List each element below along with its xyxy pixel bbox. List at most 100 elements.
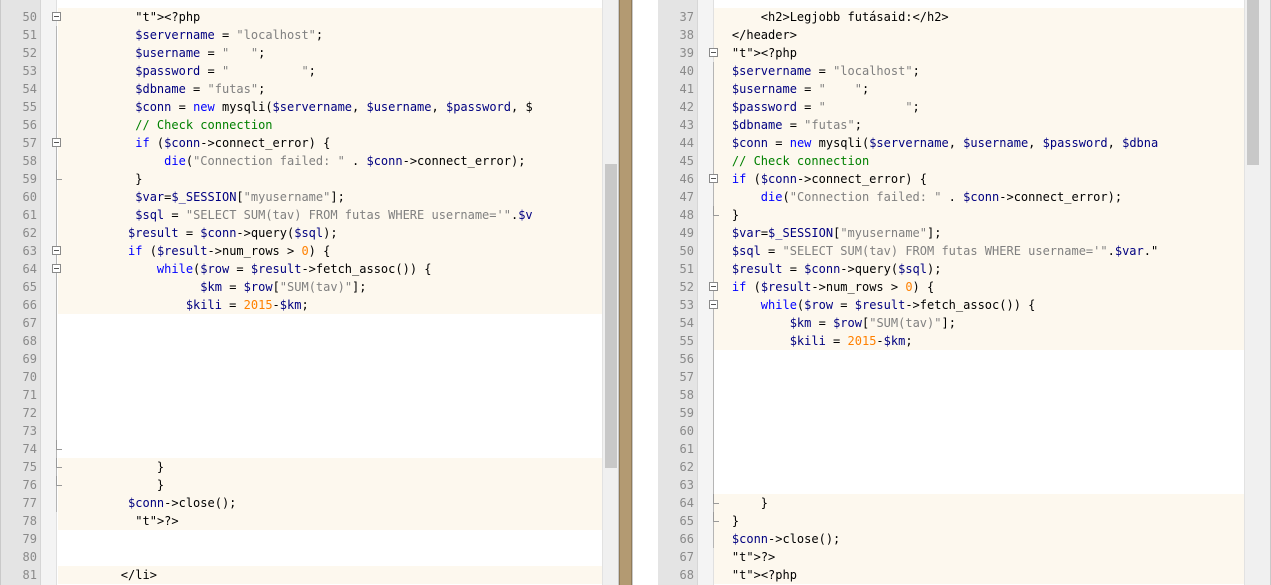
code-line[interactable]: 42 $password = " "; <box>633 98 1270 116</box>
code-line[interactable]: 67 "t">?> <box>633 548 1270 566</box>
scrollbar-thumb[interactable] <box>605 164 617 468</box>
code-line[interactable]: 58 die("Connection failed: " . $conn->co… <box>1 152 618 170</box>
code-line[interactable]: 65 } <box>633 512 1270 530</box>
code-text: } <box>63 172 143 186</box>
code-text: $sql = "SELECT SUM(tav) FROM futas WHERE… <box>135 208 533 222</box>
code-line[interactable]: 69 <box>1 350 618 368</box>
code-line[interactable]: 60 $var=$_SESSION["myusername"]; <box>1 188 618 206</box>
fold-toggle-icon[interactable] <box>52 12 61 21</box>
vertical-scrollbar[interactable] <box>602 0 618 585</box>
code-line[interactable]: 57 <box>633 368 1270 386</box>
code-text: </li> <box>63 568 157 582</box>
code-line[interactable]: 58 <box>633 386 1270 404</box>
code-line[interactable]: 72 <box>1 404 618 422</box>
vertical-scrollbar[interactable] <box>1244 0 1270 585</box>
code-line[interactable]: 41 $username = " "; <box>633 80 1270 98</box>
code-line[interactable]: 37 <h2>Legjobb futásaid:</h2> <box>633 8 1270 26</box>
code-line[interactable]: 44 $conn = new mysqli($servername, $user… <box>633 134 1270 152</box>
code-line[interactable]: 66 $kili = 2015-$km; <box>1 296 618 314</box>
fold-guide <box>56 422 57 440</box>
code-line[interactable]: 75 } <box>1 458 618 476</box>
code-line[interactable]: 55 $kili = 2015-$km; <box>633 332 1270 350</box>
code-line[interactable]: 55 $conn = new mysqli($servername, $user… <box>1 98 618 116</box>
code-line[interactable]: 54 $km = $row["SUM(tav)"]; <box>633 314 1270 332</box>
code-line[interactable]: 65 $km = $row["SUM(tav)"]; <box>1 278 618 296</box>
fold-end-marker <box>56 440 62 450</box>
code-line[interactable]: 80 <box>1 548 618 566</box>
code-line[interactable]: 78 "t">?> <box>1 512 618 530</box>
fold-guide <box>713 422 714 440</box>
code-text: } <box>63 478 165 492</box>
fold-guide <box>56 278 57 296</box>
code-line[interactable]: 56 // Check connection <box>1 116 618 134</box>
code-line[interactable]: 67 <box>1 314 618 332</box>
code-line[interactable]: 64 } <box>633 494 1270 512</box>
code-line[interactable]: 51 $result = $conn->query($sql); <box>633 260 1270 278</box>
code-line[interactable]: 57 if ($conn->connect_error) { <box>1 134 618 152</box>
line-number: 59 <box>679 406 694 420</box>
line-number: 60 <box>679 424 694 438</box>
code-line[interactable]: 38 </header> <box>633 26 1270 44</box>
right-editor-pane[interactable]: 37 <h2>Legjobb futásaid:</h2> 38 </header… <box>632 0 1271 585</box>
code-line[interactable]: 66 $conn->close(); <box>633 530 1270 548</box>
code-line[interactable]: 40 $servername = "localhost"; <box>633 62 1270 80</box>
code-line[interactable]: 81 </li> <box>1 566 618 584</box>
code-line[interactable]: 45 // Check connection <box>633 152 1270 170</box>
code-line[interactable]: 74 <box>1 440 618 458</box>
line-number: 65 <box>679 514 694 528</box>
code-line[interactable]: 56 <box>633 350 1270 368</box>
line-number: 70 <box>22 370 37 384</box>
code-line[interactable]: 51 $servername = "localhost"; <box>1 26 618 44</box>
code-line[interactable]: 53 $password = " "; <box>1 62 618 80</box>
code-line[interactable]: 52 $username = " "; <box>1 44 618 62</box>
code-line[interactable]: 61 $sql = "SELECT SUM(tav) FROM futas WH… <box>1 206 618 224</box>
scrollbar-thumb[interactable] <box>1247 0 1259 165</box>
code-line[interactable]: 54 $dbname = "futas"; <box>1 80 618 98</box>
line-number: 39 <box>679 46 694 60</box>
code-line[interactable]: 73 <box>1 422 618 440</box>
code-text: $var=$_SESSION["myusername"]; <box>135 190 345 204</box>
code-line[interactable]: 70 <box>1 368 618 386</box>
line-number: 37 <box>679 10 694 24</box>
line-number: 72 <box>22 406 37 420</box>
split-view-divider[interactable] <box>619 0 632 585</box>
fold-toggle-icon[interactable] <box>52 138 61 147</box>
line-number: 79 <box>22 532 37 546</box>
code-line[interactable]: 76 } <box>1 476 618 494</box>
code-line[interactable]: 49 $var=$_SESSION["myusername"]; <box>633 224 1270 242</box>
code-line[interactable]: 47 die("Connection failed: " . $conn->co… <box>633 188 1270 206</box>
code-line[interactable]: 77 $conn->close(); <box>1 494 618 512</box>
code-line[interactable]: 43 $dbname = "futas"; <box>633 116 1270 134</box>
fold-guide <box>713 404 714 422</box>
code-line[interactable]: 48 } <box>633 206 1270 224</box>
fold-guide <box>56 386 57 404</box>
code-line[interactable]: 53 while($row = $result->fetch_assoc()) … <box>633 296 1270 314</box>
code-line[interactable]: 62 <box>633 458 1270 476</box>
code-text: $dbname = "futas"; <box>135 82 266 96</box>
code-line[interactable]: 59 } <box>1 170 618 188</box>
code-text: } <box>63 460 165 474</box>
fold-guide <box>56 80 57 98</box>
code-line[interactable]: 62 $result = $conn->query($sql); <box>1 224 618 242</box>
code-line[interactable]: 79 <box>1 530 618 548</box>
fold-toggle-icon[interactable] <box>52 246 61 255</box>
code-line[interactable]: 64 while($row = $result->fetch_assoc()) … <box>1 260 618 278</box>
code-text: if ($conn->connect_error) { <box>135 136 331 150</box>
code-line[interactable]: 68 "t"><?php <box>633 566 1270 584</box>
code-line[interactable]: 39 "t"><?php <box>633 44 1270 62</box>
code-line[interactable]: 50 $sql = "SELECT SUM(tav) FROM futas WH… <box>633 242 1270 260</box>
fold-toggle-icon[interactable] <box>52 264 61 273</box>
code-line[interactable]: 50 "t"><?php <box>1 8 618 26</box>
code-line[interactable]: 59 <box>633 404 1270 422</box>
code-line[interactable]: 63 if ($result->num_rows > 0) { <box>1 242 618 260</box>
code-line[interactable]: 46 if ($conn->connect_error) { <box>633 170 1270 188</box>
left-editor-pane[interactable]: 50 "t"><?php 51 $servername = "localhost"… <box>0 0 619 585</box>
code-line[interactable]: 63 <box>633 476 1270 494</box>
code-line[interactable]: 61 <box>633 440 1270 458</box>
code-line[interactable]: 71 <box>1 386 618 404</box>
code-line[interactable]: 52 if ($result->num_rows > 0) { <box>633 278 1270 296</box>
code-line[interactable]: 68 <box>1 332 618 350</box>
fold-guide <box>56 152 57 170</box>
code-line[interactable]: 60 <box>633 422 1270 440</box>
fold-end-marker <box>56 170 62 180</box>
